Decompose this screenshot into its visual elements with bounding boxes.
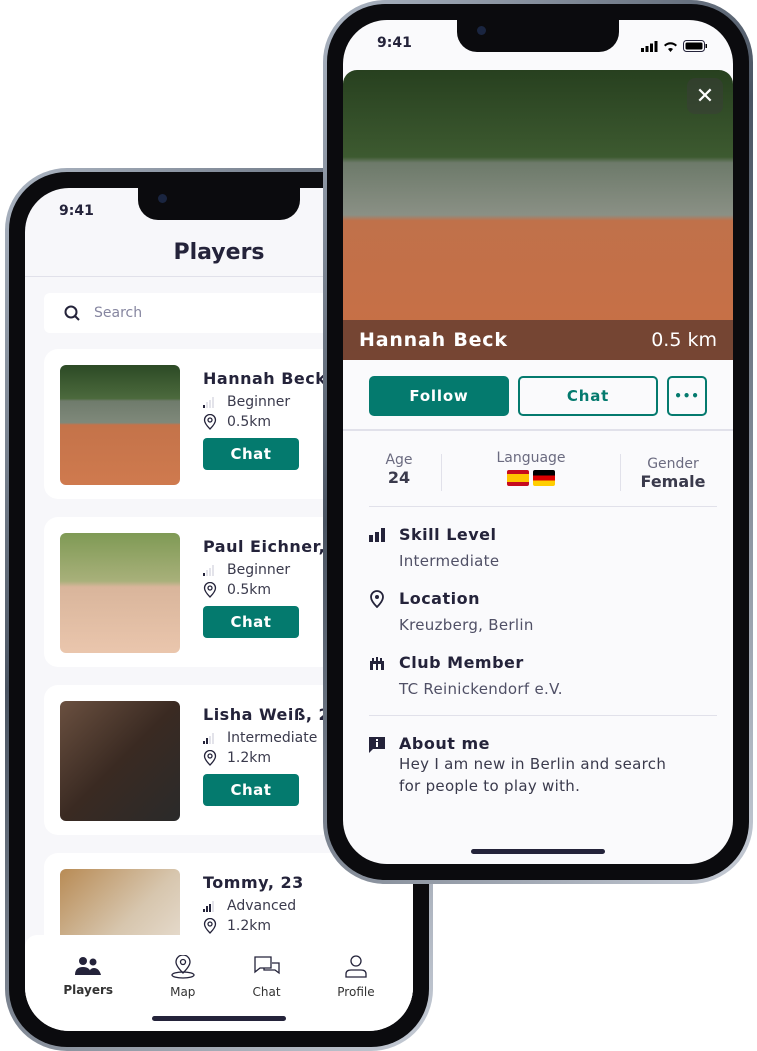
close-icon: ✕: [695, 83, 715, 109]
player-name: Hannah Beck: [203, 369, 327, 388]
player-level: Beginner: [227, 394, 291, 410]
gender-value: Female: [640, 472, 706, 491]
germany-flag-icon: [533, 470, 555, 486]
location-pin-icon: [203, 414, 217, 430]
search-icon: [64, 305, 80, 321]
chat-button[interactable]: Chat: [518, 376, 658, 416]
location-pin-icon: [370, 590, 384, 608]
location-pin-icon: [203, 582, 217, 598]
player-photo: [60, 701, 180, 821]
search-placeholder: Search: [94, 305, 143, 321]
chat-bubbles-icon: [253, 956, 280, 975]
divider: [369, 506, 717, 507]
skill-bars-icon: [203, 565, 217, 576]
club-member: Club Member TC Reinickendorf e.V.: [369, 653, 563, 700]
user-icon: [345, 955, 367, 978]
player-distance: 1.2km: [227, 918, 272, 934]
skill-bars-icon: [203, 901, 217, 912]
player-level: Beginner: [227, 562, 291, 578]
player-level: Intermediate: [227, 730, 318, 746]
info-message-icon: [369, 737, 385, 753]
spain-flag-icon: [507, 470, 529, 486]
player-name: Lisha Weiß, 2: [203, 705, 331, 724]
signal-icon: [641, 40, 658, 52]
chat-button[interactable]: Chat: [203, 774, 299, 806]
player-distance: 0.5km: [227, 414, 272, 430]
wifi-icon: [664, 41, 677, 52]
follow-button[interactable]: Follow: [369, 376, 509, 416]
player-photo: [60, 365, 180, 485]
skill-level: Skill Level Intermediate: [369, 525, 499, 572]
status-icons: [641, 40, 707, 52]
photo-caption: Hannah Beck 0.5 km: [343, 320, 733, 360]
location-pin-icon: [203, 918, 217, 934]
more-button[interactable]: •••: [667, 376, 707, 416]
home-indicator: [471, 849, 605, 854]
profile-stats: Age 24 Language Gender Female: [369, 450, 713, 491]
divider: [369, 715, 717, 716]
profile-photo: ✕ Hannah Beck 0.5 km: [343, 70, 733, 360]
player-level: Advanced: [227, 898, 297, 914]
stadium-icon: [370, 657, 384, 670]
profile-screen: 9:41 ✕ Hannah Beck 0.5 km Follow Chat ••…: [343, 20, 733, 864]
skill-bars-icon: [369, 528, 385, 542]
profile-name: Hannah Beck: [359, 329, 508, 351]
location: Location Kreuzberg, Berlin: [369, 589, 534, 636]
chat-button[interactable]: Chat: [203, 438, 299, 470]
close-button[interactable]: ✕: [687, 78, 723, 114]
location-pin-icon: [203, 750, 217, 766]
player-photo: [60, 533, 180, 653]
player-distance: 0.5km: [227, 582, 272, 598]
notch: [457, 20, 619, 52]
chat-button[interactable]: Chat: [203, 606, 299, 638]
player-name: Tommy, 23: [203, 873, 304, 892]
divider: [343, 429, 733, 431]
battery-icon: [683, 40, 707, 52]
player-name: Paul Eichner,: [203, 537, 326, 556]
age-value: 24: [387, 468, 411, 487]
skill-bars-icon: [203, 733, 217, 744]
home-indicator: [152, 1016, 286, 1021]
tab-profile[interactable]: Profile: [337, 955, 375, 1031]
skill-bars-icon: [203, 397, 217, 408]
notch: [138, 188, 300, 220]
profile-distance: 0.5 km: [651, 329, 717, 351]
about-me: About me Hey I am new in Berlin and searc…: [369, 734, 669, 797]
tab-players[interactable]: Players: [63, 955, 113, 1031]
status-time: 9:41: [377, 35, 412, 51]
status-time: 9:41: [59, 203, 94, 219]
map-pin-icon: [171, 955, 195, 979]
profile-phone: 9:41 ✕ Hannah Beck 0.5 km Follow Chat ••…: [323, 0, 753, 884]
player-distance: 1.2km: [227, 750, 272, 766]
users-icon: [75, 957, 102, 975]
